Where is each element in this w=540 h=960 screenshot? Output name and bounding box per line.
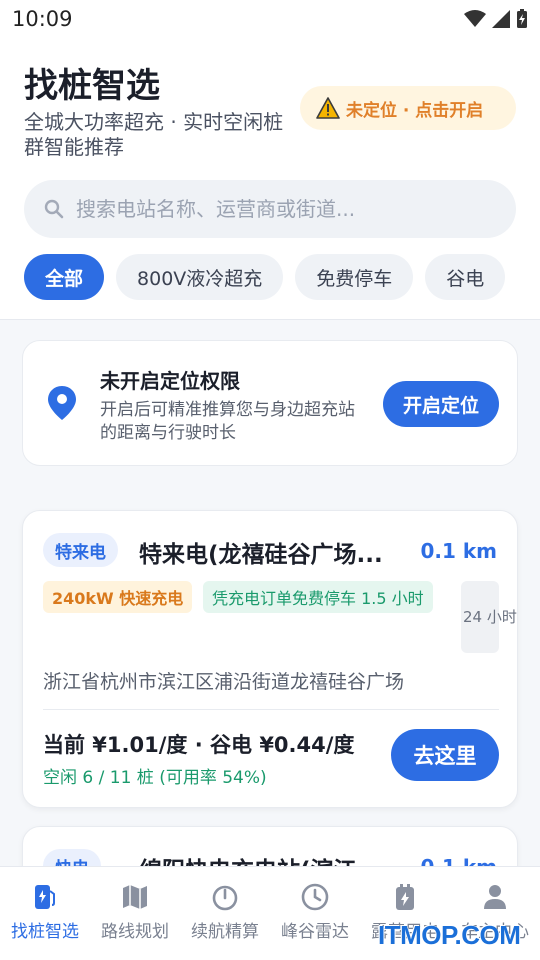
filter-chip-800v[interactable]: 800V液冷超充 bbox=[116, 254, 284, 300]
station-availability: 空闲 6 / 11 桩 (可用率 54%) bbox=[43, 768, 267, 788]
tab-label: 峰谷雷达 bbox=[281, 922, 349, 942]
station-address: 浙江省杭州市滨江区浦沿街道龙禧硅谷广场 bbox=[43, 671, 405, 693]
cellular-signal-icon bbox=[492, 10, 510, 28]
filter-chip-free-parking[interactable]: 免费停车 bbox=[295, 254, 414, 300]
tab-route-planning[interactable]: 路线规划 bbox=[90, 867, 180, 960]
power-tag: 240kW 快速充电 bbox=[43, 581, 193, 613]
tab-find-charger[interactable]: 找桩智选 bbox=[0, 867, 90, 960]
warning-icon bbox=[316, 97, 340, 119]
station-card[interactable]: 特来电 特来电(龙禧硅谷广场... 0.1 km 240kW 快速充电 凭充电订… bbox=[22, 510, 518, 808]
permission-title: 未开启定位权限 bbox=[100, 369, 240, 393]
station-name: 绵阳快电充电站(滨江 bbox=[139, 851, 421, 866]
enable-location-button[interactable]: 开启定位 bbox=[383, 381, 499, 427]
search-icon bbox=[44, 199, 64, 219]
location-pin-icon bbox=[48, 386, 76, 420]
search-bar[interactable] bbox=[24, 180, 516, 238]
user-icon bbox=[484, 885, 506, 909]
status-time: 10:09 bbox=[12, 7, 73, 31]
navigate-button[interactable]: 去这里 bbox=[391, 729, 499, 781]
page-title: 找桩智选 bbox=[24, 66, 160, 106]
map-icon bbox=[123, 885, 147, 909]
location-badge[interactable]: 未定位 · 点击开启 bbox=[300, 86, 516, 130]
station-card[interactable]: 快电 绵阳快电充电站(滨江 0.1 km bbox=[22, 826, 518, 866]
charging-station-icon bbox=[35, 885, 55, 909]
page-subtitle: 全城大功率超充 · 实时空闲桩群智能推荐 bbox=[24, 110, 284, 159]
filter-chips: 全部 800V液冷超充 免费停车 谷电 bbox=[24, 254, 516, 302]
tab-peak-valley[interactable]: 峰谷雷达 bbox=[270, 867, 360, 960]
tab-label: 路线规划 bbox=[101, 922, 169, 942]
station-name: 特来电(龙禧硅谷广场... bbox=[139, 542, 383, 568]
status-icons bbox=[464, 9, 528, 29]
filter-chip-off-peak[interactable]: 谷电 bbox=[425, 254, 506, 300]
parking-tag: 凭充电订单免费停车 1.5 小时 bbox=[203, 581, 433, 613]
station-distance: 0.1 km bbox=[420, 539, 497, 563]
station-price: 当前 ¥1.01/度 · 谷电 ¥0.44/度 bbox=[43, 733, 355, 757]
search-input[interactable] bbox=[76, 197, 476, 221]
gauge-icon bbox=[212, 885, 238, 911]
wifi-icon bbox=[464, 10, 486, 27]
operator-badge: 快电 bbox=[43, 849, 101, 866]
permission-description: 开启后可精准推算您与身边超充站的距离与行驶时长 bbox=[100, 400, 355, 443]
tab-label: 找桩智选 bbox=[11, 922, 79, 942]
clock-icon bbox=[301, 883, 329, 911]
divider bbox=[43, 709, 499, 710]
hours-tag: 24 小时 bbox=[461, 581, 517, 653]
status-bar: 10:09 bbox=[0, 0, 540, 38]
filter-chip-all[interactable]: 全部 bbox=[24, 254, 105, 300]
tab-label: 续航精算 bbox=[191, 922, 259, 942]
location-badge-label: 未定位 · 点击开启 bbox=[346, 100, 484, 121]
location-permission-card: 未开启定位权限 开启后可精准推算您与身边超充站的距离与行驶时长 开启定位 bbox=[22, 340, 518, 466]
header: 找桩智选 全城大功率超充 · 实时空闲桩群智能推荐 未定位 · 点击开启 全部 … bbox=[0, 38, 540, 320]
tab-range-calc[interactable]: 续航精算 bbox=[180, 867, 270, 960]
operator-badge: 特来电 bbox=[43, 533, 118, 567]
battery-icon bbox=[396, 884, 414, 910]
station-list[interactable]: 未开启定位权限 开启后可精准推算您与身边超充站的距离与行驶时长 开启定位 特来电… bbox=[0, 320, 540, 866]
battery-status-icon bbox=[517, 9, 527, 28]
station-distance: 0.1 km bbox=[420, 855, 497, 866]
watermark: ITMOP.COM bbox=[378, 920, 521, 950]
